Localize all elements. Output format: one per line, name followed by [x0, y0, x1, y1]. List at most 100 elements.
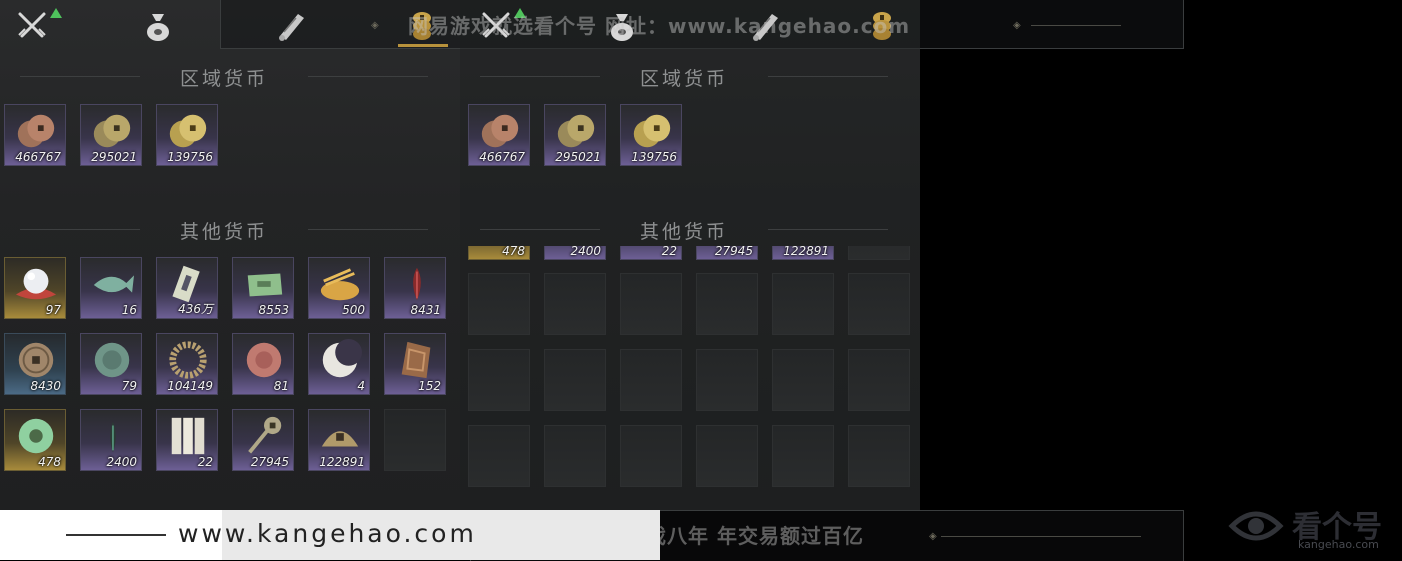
currency-slot[interactable]: 295021: [80, 104, 142, 166]
other-currency-title: 其他货币: [460, 217, 908, 244]
item-count: 2400: [570, 244, 601, 258]
jade-disc-icon: [94, 342, 130, 378]
empty-slot[interactable]: [772, 273, 834, 335]
currency-slot[interactable]: 8430: [4, 333, 66, 395]
currency-slot[interactable]: 97: [4, 257, 66, 319]
empty-slot[interactable]: [620, 273, 682, 335]
gold-coins-icon: [633, 114, 671, 148]
empty-slot[interactable]: [848, 349, 910, 411]
scroll-icon: [279, 14, 304, 41]
empty-slot[interactable]: [620, 349, 682, 411]
regional-currency-title: 区域货币: [0, 64, 448, 91]
currency-slot[interactable]: 500: [308, 257, 370, 319]
currency-slot[interactable]: 16: [80, 257, 142, 319]
item-count: 295021: [91, 150, 137, 164]
item-count: 16: [121, 303, 137, 317]
item-count: 4: [357, 379, 365, 393]
currency-slot[interactable]: 27945: [232, 409, 294, 471]
item-count: 8553: [258, 303, 289, 317]
empty-slot[interactable]: [384, 409, 446, 471]
currency-slot[interactable]: 4: [308, 333, 370, 395]
item-count: 104149: [167, 379, 213, 393]
active-tab-indicator: [398, 44, 448, 47]
item-count: 139756: [167, 150, 213, 164]
currency-slot[interactable]: 8553: [232, 257, 294, 319]
item-count: 122891: [319, 455, 365, 469]
money-pouch-icon: [147, 14, 169, 41]
eye-logo-icon: [1228, 511, 1284, 541]
empty-slot[interactable]: [620, 425, 682, 487]
item-count: 2400: [106, 455, 137, 469]
item-count: 478: [38, 455, 61, 469]
jade-ring-icon: [18, 418, 54, 454]
currency-slot[interactable]: 81: [232, 333, 294, 395]
gold-coins-icon: [169, 114, 207, 148]
empty-slot[interactable]: [696, 349, 758, 411]
bronze-coins-icon: [93, 114, 131, 148]
item-count: 466767: [15, 150, 61, 164]
empty-slot[interactable]: [696, 425, 758, 487]
currency-slot[interactable]: 139756: [156, 104, 218, 166]
currency-slot[interactable]: 295021: [544, 104, 606, 166]
empty-slot[interactable]: [544, 349, 606, 411]
item-count: 8431: [410, 303, 441, 317]
frame-line: [941, 536, 1141, 537]
frame-line: [1031, 25, 1121, 26]
tab-bar: [0, 0, 460, 50]
logo-subtext: kangehao.com: [1298, 538, 1379, 551]
currency-slot[interactable]: 104149: [156, 333, 218, 395]
other-currency-title: 其他货币: [0, 217, 448, 244]
item-count: 8430: [30, 379, 61, 393]
red-feather-icon: [413, 267, 421, 301]
pearl-icon: [15, 268, 57, 300]
empty-slot[interactable]: [468, 425, 530, 487]
empty-slot[interactable]: [772, 425, 834, 487]
empty-slot[interactable]: [468, 349, 530, 411]
item-count: 122891: [783, 244, 829, 258]
currency-slot[interactable]: 152: [384, 333, 446, 395]
item-count: 152: [418, 379, 441, 393]
copper-coins-icon: [17, 114, 55, 148]
bronze-coins-icon: [557, 114, 595, 148]
site-logo: 看个号 kangehao.com: [1226, 494, 1402, 560]
paper-slips-icon: [171, 417, 205, 455]
frame-ornament-icon: ◈: [929, 531, 937, 542]
green-feather-icon: [110, 421, 116, 453]
crescent-moon-icon: [322, 338, 362, 378]
bead-bracelet-icon: [169, 341, 207, 379]
tab-weapons[interactable]: [10, 4, 62, 48]
tab-scroll[interactable]: [268, 4, 312, 48]
item-count: 27945: [714, 244, 753, 258]
currency-slot[interactable]: 79: [80, 333, 142, 395]
jade-fish-icon: [93, 275, 134, 293]
item-count: 478: [502, 244, 525, 258]
currency-slot[interactable]: 8431: [384, 257, 446, 319]
url-banner: www.kangehao.com: [0, 510, 660, 560]
item-count: 22: [197, 455, 213, 469]
currency-slot[interactable]: 466767: [4, 104, 66, 166]
tab-pouch[interactable]: [136, 4, 180, 48]
empty-slot[interactable]: [848, 273, 910, 335]
empty-slot[interactable]: [772, 349, 834, 411]
currency-slot[interactable]: 436万: [156, 257, 218, 319]
empty-slot[interactable]: [696, 273, 758, 335]
ancient-coin-icon: [18, 342, 54, 378]
empty-slot[interactable]: [544, 273, 606, 335]
empty-slot[interactable]: [544, 425, 606, 487]
currency-slot[interactable]: 122891: [308, 409, 370, 471]
currency-slot[interactable]: 466767: [468, 104, 530, 166]
currency-slot[interactable]: 2400: [80, 409, 142, 471]
grain-pile-icon: [320, 268, 360, 301]
empty-slot[interactable]: [848, 425, 910, 487]
currency-slot[interactable]: 478: [4, 409, 66, 471]
item-count: 295021: [555, 150, 601, 164]
upgrade-arrow-icon: [50, 8, 62, 18]
empty-slot[interactable]: [468, 273, 530, 335]
currency-panel-left: 区域货币 466767 295021 139756 其他货币 97 16 436万 855…: [0, 0, 460, 510]
url-rule: [66, 534, 166, 536]
currency-slot[interactable]: 139756: [620, 104, 682, 166]
currency-slot[interactable]: 22: [156, 409, 218, 471]
copper-coins-icon: [481, 114, 519, 148]
item-count: 22: [661, 244, 677, 258]
item-count: 139756: [631, 150, 677, 164]
